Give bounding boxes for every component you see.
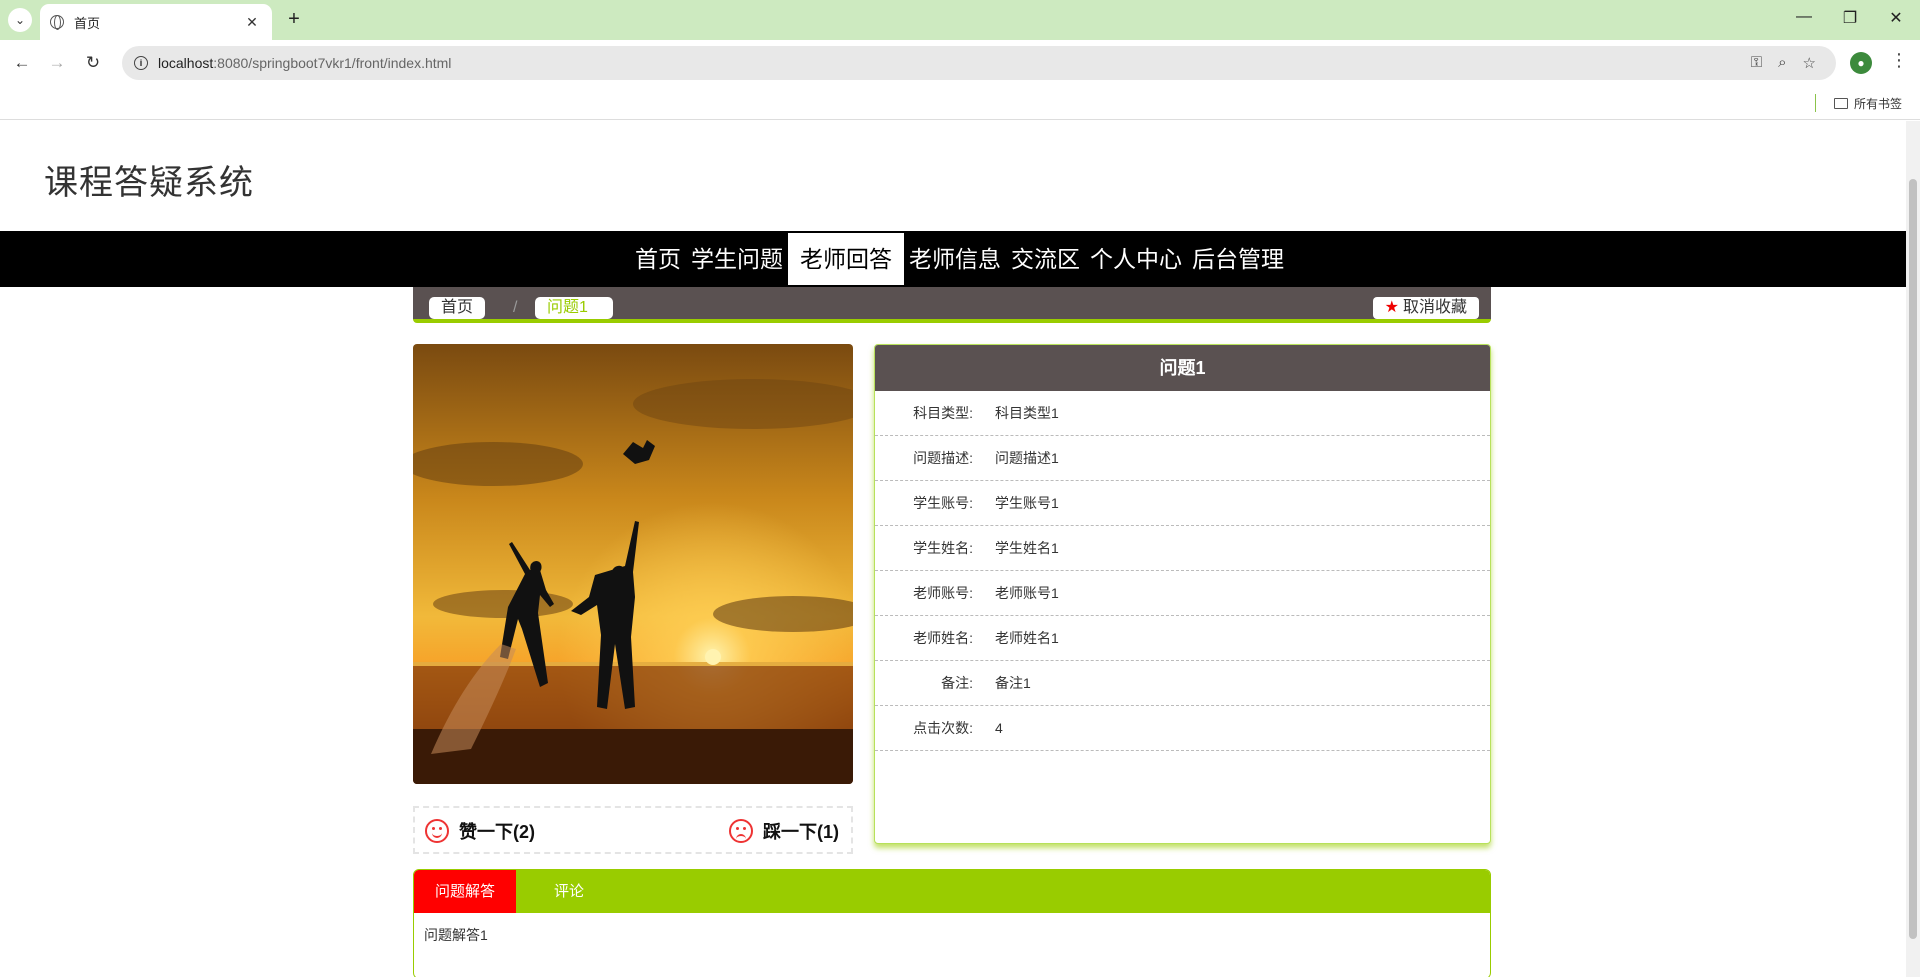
browser-toolbar: ← → ↻ i localhost:8080/springboot7vkr1/f… (0, 40, 1920, 86)
answer-tabs: 问题解答 评论 问题解答1 (413, 869, 1491, 977)
restore-icon[interactable]: ❐ (1838, 8, 1862, 28)
detail-label: 点击次数: (913, 720, 973, 736)
close-tab-icon[interactable]: ✕ (242, 14, 262, 31)
detail-value: 老师账号1 (995, 585, 1059, 601)
detail-row: 老师姓名: 老师姓名1 (875, 616, 1490, 661)
like-button[interactable]: 赞一下(2) (425, 818, 535, 844)
site-title: 课程答疑系统 (44, 164, 254, 202)
bookmarks-separator (1815, 94, 1816, 112)
minimize-icon[interactable]: — (1792, 8, 1816, 26)
detail-row: 老师账号: 老师账号1 (875, 571, 1490, 616)
forward-arrow-icon[interactable]: → (44, 50, 70, 76)
nav-item-profile[interactable]: 个人中心 (1085, 231, 1187, 287)
detail-value: 问题描述1 (995, 450, 1059, 466)
new-tab-icon[interactable]: + (282, 8, 306, 31)
like-label: 赞一下(2) (459, 822, 535, 842)
detail-label: 学生账号: (913, 495, 973, 511)
address-bar[interactable]: i localhost:8080/springboot7vkr1/front/i… (122, 46, 1836, 80)
page-viewport: 课程答疑系统 首页 / 问题1 ★ 取消收藏 首页 学生问题 老师回答 老师信息 … (0, 121, 1920, 977)
vote-bar: 赞一下(2) 踩一下(1) (413, 806, 853, 854)
detail-row: 点击次数: 4 (875, 706, 1490, 751)
scrollbar-thumb[interactable] (1909, 179, 1917, 939)
detail-value: 学生姓名1 (995, 540, 1059, 556)
unfavorite-button[interactable]: ★ 取消收藏 (1372, 297, 1479, 319)
unfavorite-label: 取消收藏 (1402, 299, 1467, 316)
nav-item-student-questions[interactable]: 学生问题 (686, 231, 788, 287)
browser-menu-icon[interactable]: ⋮ (1890, 50, 1908, 71)
frown-icon (729, 819, 753, 843)
password-key-icon[interactable]: ⚿ (1751, 54, 1762, 72)
nav-item-forum[interactable]: 交流区 (1006, 231, 1085, 287)
detail-row: 问题描述: 问题描述1 (875, 436, 1490, 481)
detail-value: 备注1 (995, 675, 1031, 691)
detail-label: 科目类型: (913, 405, 973, 421)
url-path: :8080/springboot7vkr1/front/index.html (213, 55, 452, 71)
profile-avatar-icon[interactable]: ● (1850, 52, 1872, 74)
detail-title: 问题1 (875, 345, 1490, 391)
page-scrollbar[interactable] (1906, 121, 1920, 977)
detail-label: 老师姓名: (913, 630, 973, 646)
detail-label: 老师账号: (913, 585, 973, 601)
star-icon: ★ (1384, 299, 1399, 316)
dislike-button[interactable]: 踩一下(1) (729, 818, 839, 844)
question-image (413, 344, 853, 784)
tab-search-icon[interactable]: ⌄ (8, 8, 32, 32)
reload-icon[interactable]: ↻ (80, 50, 106, 76)
detail-label: 备注: (941, 675, 973, 691)
breadcrumb-separator: / (513, 299, 518, 316)
site-info-icon[interactable]: i (134, 56, 148, 70)
nav-item-admin[interactable]: 后台管理 (1187, 231, 1289, 287)
detail-value: 学生账号1 (995, 495, 1059, 511)
detail-row: 备注: 备注1 (875, 661, 1490, 706)
nav-item-teacher-info[interactable]: 老师信息 (904, 231, 1006, 287)
nav-item-home[interactable]: 首页 (630, 231, 686, 287)
detail-label: 学生姓名: (913, 540, 973, 556)
breadcrumb-current: 问题1 (535, 297, 613, 319)
zoom-icon[interactable]: ⌕ (1778, 54, 1786, 72)
dislike-label: 踩一下(1) (763, 822, 839, 842)
browser-tab[interactable]: 首页 ✕ (40, 4, 272, 40)
tabs-header: 问题解答 评论 (414, 870, 1490, 913)
detail-row: 学生账号: 学生账号1 (875, 481, 1490, 526)
back-arrow-icon[interactable]: ← (9, 50, 35, 76)
detail-row: 学生姓名: 学生姓名1 (875, 526, 1490, 571)
tab-title: 首页 (74, 15, 101, 31)
breadcrumb-home[interactable]: 首页 (429, 297, 486, 319)
question-detail-card: 问题1 科目类型: 科目类型1 问题描述: 问题描述1 学生账号: 学生账号1 … (874, 344, 1491, 844)
detail-value: 老师姓名1 (995, 630, 1059, 646)
bookmarks-bar: 所有书签 (0, 86, 1920, 120)
nav-item-teacher-answers[interactable]: 老师回答 (788, 233, 904, 285)
detail-label: 问题描述: (913, 450, 973, 466)
all-bookmarks-button[interactable]: 所有书签 (1834, 95, 1902, 112)
tab-answers[interactable]: 问题解答 (414, 870, 516, 913)
folder-icon (1834, 98, 1848, 109)
detail-value: 科目类型1 (995, 405, 1059, 421)
answer-content: 问题解答1 (424, 927, 488, 943)
tab-comments[interactable]: 评论 (516, 870, 604, 913)
browser-tab-strip: ⌄ 首页 ✕ + — ❐ ✕ (0, 0, 1920, 40)
detail-value: 4 (995, 720, 1003, 736)
main-nav: 首页 学生问题 老师回答 老师信息 交流区 个人中心 后台管理 (0, 231, 1906, 287)
all-bookmarks-label: 所有书签 (1854, 97, 1903, 111)
url-host: localhost (158, 55, 214, 71)
bookmark-star-icon[interactable]: ☆ (1803, 54, 1816, 72)
detail-row: 科目类型: 科目类型1 (875, 391, 1490, 436)
site-header: 课程答疑系统 (0, 121, 1906, 231)
window-close-icon[interactable]: ✕ (1884, 8, 1908, 28)
smile-icon (425, 819, 449, 843)
globe-icon (50, 15, 64, 30)
